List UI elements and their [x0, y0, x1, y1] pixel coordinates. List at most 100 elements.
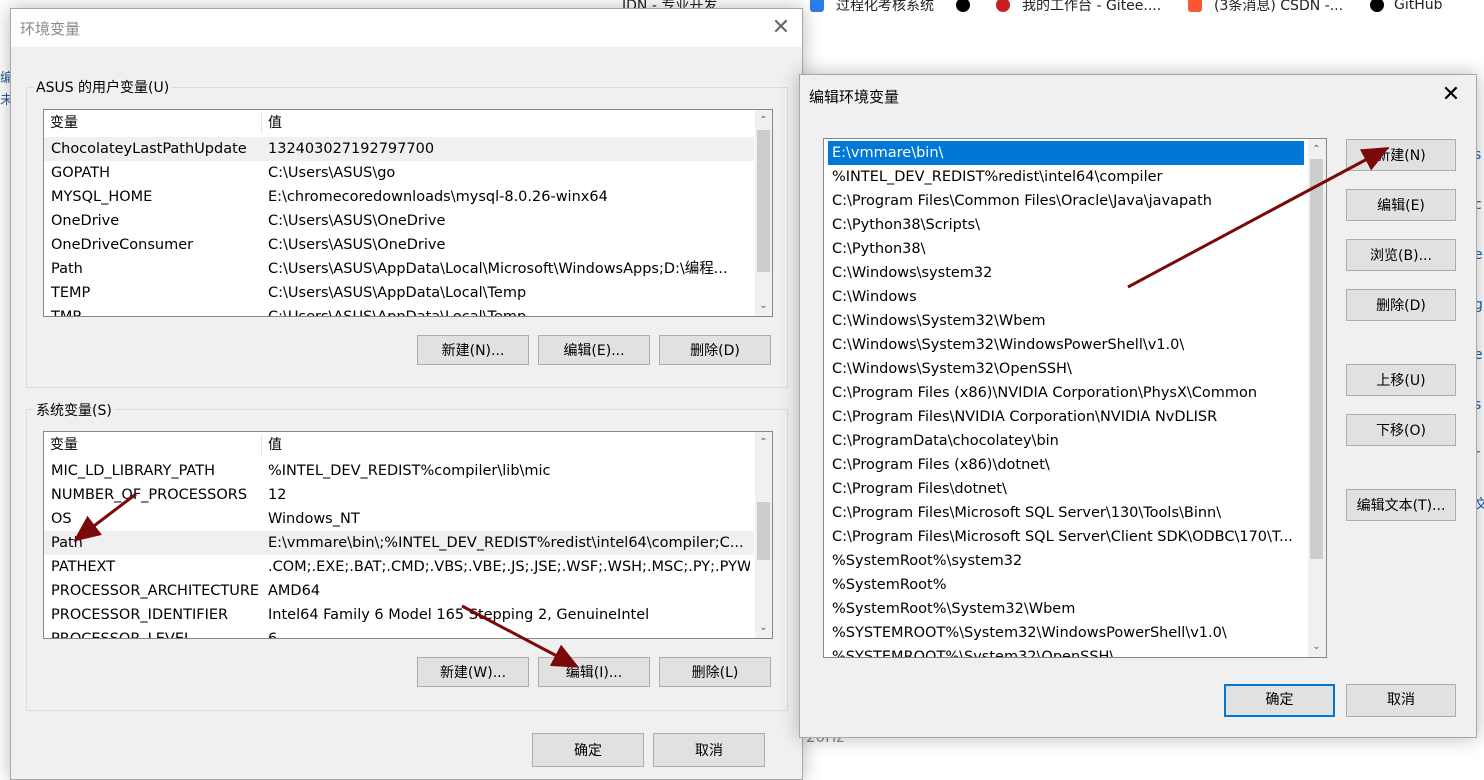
column-header-value[interactable]: 值: [262, 432, 282, 458]
list-item[interactable]: %SystemRoot%: [828, 573, 1304, 597]
table-row[interactable]: OneDrive C:\Users\ASUS\OneDrive: [44, 209, 754, 233]
list-item[interactable]: C:\Windows\System32\Wbem: [828, 309, 1304, 333]
variable-value: %INTEL_DEV_REDIST%compiler\lib\mic: [268, 463, 551, 479]
scroll-up-icon[interactable]: ⌃: [755, 112, 772, 129]
list-item[interactable]: %SYSTEMROOT%\System32\WindowsPowerShell\…: [828, 621, 1304, 645]
scroll-down-icon[interactable]: ⌄: [755, 297, 772, 314]
edit-environment-variable-dialog: 编辑环境变量 ✕ E:\vmmare\bin\ %INTEL_DEV_REDIST…: [799, 74, 1477, 738]
list-item[interactable]: C:\Windows\System32\WindowsPowerShell\v1…: [828, 333, 1304, 357]
vertical-scrollbar[interactable]: ⌃ ⌄: [755, 110, 772, 316]
table-row[interactable]: TMP C:\Users\ASUS\AppData\Local\Temp: [44, 305, 754, 316]
dialog-title: 环境变量: [20, 20, 81, 38]
list-item[interactable]: C:\Program Files\NVIDIA Corporation\NVID…: [828, 405, 1304, 429]
list-item[interactable]: C:\Program Files\Microsoft SQL Server\Cl…: [828, 525, 1304, 549]
edit-text-button[interactable]: 编辑文本(T)...: [1346, 489, 1456, 521]
list-item[interactable]: E:\vmmare\bin\: [828, 141, 1304, 165]
scroll-up-icon[interactable]: ⌃: [755, 434, 772, 451]
table-row[interactable]: OneDriveConsumer C:\Users\ASUS\OneDrive: [44, 233, 754, 257]
table-row[interactable]: OS Windows_NT: [44, 507, 754, 531]
bookmark-item[interactable]: (3条消息) CSDN -...: [1188, 0, 1343, 14]
bookmark-item[interactable]: 过程化考核系统: [810, 0, 934, 14]
table-row[interactable]: ChocolateyLastPathUpdate 1324030271927977…: [44, 137, 754, 161]
list-item[interactable]: C:\Program Files (x86)\NVIDIA Corporatio…: [828, 381, 1304, 405]
list-item[interactable]: %INTEL_DEV_REDIST%redist\intel64\compile…: [828, 165, 1304, 189]
variable-name: Path: [51, 535, 83, 551]
dialog-titlebar[interactable]: 环境变量 ✕: [11, 9, 802, 47]
variable-name: PROCESSOR_IDENTIFIER: [51, 607, 229, 623]
user-new-button[interactable]: 新建(N)...: [417, 335, 529, 365]
list-item[interactable]: C:\Windows\System32\OpenSSH\: [828, 357, 1304, 381]
path-edit-button[interactable]: 编辑(E): [1346, 189, 1456, 221]
variable-value: C:\Users\ASUS\OneDrive: [268, 237, 446, 253]
ok-button[interactable]: 确定: [1224, 684, 1335, 717]
system-delete-button[interactable]: 删除(L): [659, 657, 771, 687]
close-icon[interactable]: ✕: [1438, 82, 1464, 108]
variable-value: 132403027192797700: [268, 141, 435, 157]
table-row[interactable]: NUMBER_OF_PROCESSORS 12: [44, 483, 754, 507]
variable-name: NUMBER_OF_PROCESSORS: [51, 487, 248, 503]
table-row[interactable]: MIC_LD_LIBRARY_PATH %INTEL_DEV_REDIST%com…: [44, 459, 754, 483]
bookmark-item[interactable]: [956, 0, 982, 14]
table-row[interactable]: PROCESSOR_ARCHITECTURE AMD64: [44, 579, 754, 603]
list-item[interactable]: C:\Program Files\Microsoft SQL Server\13…: [828, 501, 1304, 525]
list-item[interactable]: %SYSTEMROOT%\System32\OpenSSH\: [828, 645, 1304, 657]
user-edit-button[interactable]: 编辑(E)...: [538, 335, 650, 365]
table-row[interactable]: Path C:\Users\ASUS\AppData\Local\Microsof…: [44, 257, 754, 281]
variable-value: C:\Users\ASUS\AppData\Local\Microsoft\Wi…: [268, 261, 728, 277]
move-up-button[interactable]: 上移(U): [1346, 364, 1456, 396]
column-header-name[interactable]: 变量: [44, 110, 78, 136]
cancel-button[interactable]: 取消: [653, 733, 765, 767]
list-item[interactable]: C:\Program Files\Common Files\Oracle\Jav…: [828, 189, 1304, 213]
system-new-button[interactable]: 新建(W)...: [417, 657, 529, 687]
scroll-down-icon[interactable]: ⌄: [1308, 638, 1325, 655]
path-delete-button[interactable]: 删除(D): [1346, 289, 1456, 321]
table-row[interactable]: PROCESSOR_IDENTIFIER Intel64 Family 6 Mod…: [44, 603, 754, 627]
ok-button[interactable]: 确定: [532, 733, 644, 767]
user-delete-button[interactable]: 删除(D): [659, 335, 771, 365]
variable-value: E:\vmmare\bin\;%INTEL_DEV_REDIST%redist\…: [268, 535, 744, 551]
table-row[interactable]: GOPATH C:\Users\ASUS\go: [44, 161, 754, 185]
variable-name: PROCESSOR_ARCHITECTURE: [51, 583, 260, 599]
list-item[interactable]: C:\Windows\system32: [828, 261, 1304, 285]
path-browse-button[interactable]: 浏览(B)...: [1346, 239, 1456, 271]
bookmark-item[interactable]: GitHub: [1370, 0, 1443, 14]
list-item[interactable]: C:\Program Files\dotnet\: [828, 477, 1304, 501]
list-header: 变量 值: [44, 432, 754, 458]
variable-name: OneDrive: [51, 213, 120, 229]
scroll-thumb[interactable]: [757, 130, 770, 272]
move-down-button[interactable]: 下移(O): [1346, 414, 1456, 446]
dialog-titlebar[interactable]: 编辑环境变量 ✕: [800, 75, 1476, 113]
bookmark-item[interactable]: 我的工作台 - Gitee....: [996, 0, 1161, 14]
vertical-scrollbar[interactable]: ⌃ ⌄: [1308, 139, 1326, 657]
scroll-down-icon[interactable]: ⌄: [755, 619, 772, 636]
vertical-scrollbar[interactable]: ⌃ ⌄: [755, 432, 772, 638]
table-row[interactable]: PROCESSOR_LEVEL 6: [44, 627, 754, 638]
scroll-thumb[interactable]: [1310, 159, 1323, 559]
path-entries-list[interactable]: E:\vmmare\bin\ %INTEL_DEV_REDIST%redist\i…: [823, 138, 1327, 658]
list-item[interactable]: C:\ProgramData\chocolatey\bin: [828, 429, 1304, 453]
list-item[interactable]: %SystemRoot%\System32\Wbem: [828, 597, 1304, 621]
list-item[interactable]: C:\Windows: [828, 285, 1304, 309]
table-row[interactable]: PATHEXT .COM;.EXE;.BAT;.CMD;.VBS;.VBE;.JS…: [44, 555, 754, 579]
list-item[interactable]: C:\Program Files (x86)\dotnet\: [828, 453, 1304, 477]
environment-variables-dialog: 环境变量 ✕ ASUS 的用户变量(U) 变量 值 ChocolateyLast…: [10, 8, 803, 780]
list-item[interactable]: %SystemRoot%\system32: [828, 549, 1304, 573]
system-variables-list[interactable]: 变量 值 MIC_LD_LIBRARY_PATH %INTEL_DEV_REDIS…: [43, 431, 773, 639]
column-header-value[interactable]: 值: [262, 110, 282, 136]
cancel-button[interactable]: 取消: [1346, 684, 1456, 717]
column-header-name[interactable]: 变量: [44, 432, 78, 458]
user-variables-list[interactable]: 变量 值 ChocolateyLastPathUpdate 13240302719…: [43, 109, 773, 317]
close-icon[interactable]: ✕: [768, 15, 794, 41]
list-item[interactable]: C:\Python38\Scripts\: [828, 213, 1304, 237]
system-edit-button[interactable]: 编辑(I)...: [538, 657, 650, 687]
csdn-icon: [1188, 0, 1202, 12]
table-row[interactable]: TEMP C:\Users\ASUS\AppData\Local\Temp: [44, 281, 754, 305]
path-new-button[interactable]: 新建(N): [1346, 139, 1456, 171]
table-row[interactable]: Path E:\vmmare\bin\;%INTEL_DEV_REDIST%red…: [44, 531, 754, 555]
list-item[interactable]: C:\Python38\: [828, 237, 1304, 261]
table-row[interactable]: MYSQL_HOME E:\chromecoredownloads\mysql-8…: [44, 185, 754, 209]
variable-name: Path: [51, 261, 83, 277]
scroll-up-icon[interactable]: ⌃: [1308, 141, 1325, 158]
scroll-thumb[interactable]: [757, 502, 770, 560]
variable-value: Windows_NT: [268, 511, 360, 527]
